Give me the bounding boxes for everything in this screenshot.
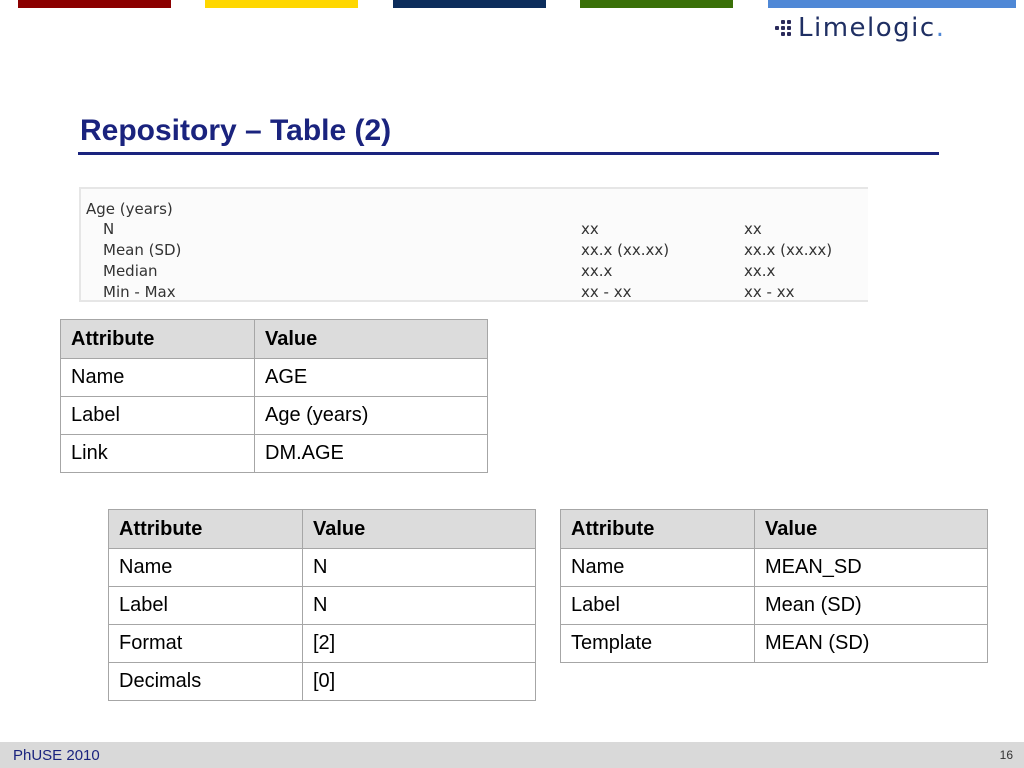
preview-col1-value: xx xyxy=(581,220,599,238)
attribute-cell: Decimals xyxy=(108,662,303,701)
table-preview-image: Age (years) Nxx xx Mean (SD) xx.x (xx.xx) xx.… xyxy=(79,187,868,302)
table-row: Label Mean (SD) xyxy=(560,586,988,625)
footer-conference: PhUSE 2010 xyxy=(13,747,100,764)
mean-sd-attribute-table: Attribute Value Name MEAN_SD Label Mean (SD) T… xyxy=(560,509,988,663)
preview-col2-value: xx.x xyxy=(744,262,776,280)
value-cell: N xyxy=(302,548,536,587)
decor-bar-yellow xyxy=(205,0,358,8)
preview-col1-value: xx - xx xyxy=(581,283,632,301)
value-cell: Mean (SD) xyxy=(754,586,988,625)
header-value: Value xyxy=(302,509,536,549)
decor-bar-green xyxy=(580,0,733,8)
preview-row-label: Age (years) xyxy=(86,200,173,218)
age-attribute-table: Attribute Value Name AGE Label Age (years) Lin… xyxy=(60,319,488,473)
decor-bar-navy xyxy=(393,0,546,8)
decor-bar-blue xyxy=(768,0,1016,8)
decor-bar-red xyxy=(18,0,171,8)
table-row: Decimals [0] xyxy=(108,662,536,701)
table-row: Name MEAN_SD xyxy=(560,548,988,587)
logo-dots-icon xyxy=(775,20,791,36)
table-row: Label Age (years) xyxy=(60,396,488,435)
n-attribute-table: Attribute Value Name N Label N Format [2] Decima… xyxy=(108,509,536,701)
table-row: Label N xyxy=(108,586,536,625)
value-cell: MEAN (SD) xyxy=(754,624,988,663)
header-attribute: Attribute xyxy=(108,509,303,549)
attribute-cell: Template xyxy=(560,624,755,663)
table-row: Name N xyxy=(108,548,536,587)
preview-row-label: Min - Max xyxy=(103,283,176,301)
attribute-cell: Label xyxy=(108,586,303,625)
preview-col2-value: xx xyxy=(744,220,762,238)
preview-col1-value: xx.x xyxy=(581,262,613,280)
header-attribute: Attribute xyxy=(60,319,255,359)
attribute-cell: Name xyxy=(108,548,303,587)
attribute-cell: Label xyxy=(560,586,755,625)
table-row: Link DM.AGE xyxy=(60,434,488,473)
value-cell: MEAN_SD xyxy=(754,548,988,587)
header-value: Value xyxy=(254,319,488,359)
header-value: Value xyxy=(754,509,988,549)
preview-row-label: Median xyxy=(103,262,158,280)
value-cell: [0] xyxy=(302,662,536,701)
table-header-row: Attribute Value xyxy=(60,319,488,359)
table-header-row: Attribute Value xyxy=(560,509,988,549)
limelogic-logo: Limelogic. xyxy=(775,12,1020,44)
preview-col1-value: xx.x (xx.xx) xyxy=(581,241,670,259)
value-cell: N xyxy=(302,586,536,625)
attribute-cell: Format xyxy=(108,624,303,663)
preview-col2-value: xx - xx xyxy=(744,283,795,301)
footer-bar: PhUSE 2010 16 xyxy=(0,742,1024,768)
title-underline xyxy=(78,152,939,155)
table-row: Name AGE xyxy=(60,358,488,397)
value-cell: DM.AGE xyxy=(254,434,488,473)
attribute-cell: Label xyxy=(60,396,255,435)
header-attribute: Attribute xyxy=(560,509,755,549)
table-row: Format [2] xyxy=(108,624,536,663)
logo-text: Limelogic xyxy=(798,13,936,43)
attribute-cell: Link xyxy=(60,434,255,473)
value-cell: AGE xyxy=(254,358,488,397)
preview-col2-value: xx.x (xx.xx) xyxy=(744,241,833,259)
page-number: 16 xyxy=(999,748,1013,762)
logo-dot: . xyxy=(935,13,946,43)
attribute-cell: Name xyxy=(560,548,755,587)
table-header-row: Attribute Value xyxy=(108,509,536,549)
slide-title: Repository – Table (2) xyxy=(80,114,392,147)
preview-row-label: Mean (SD) xyxy=(103,241,182,259)
table-row: Template MEAN (SD) xyxy=(560,624,988,663)
attribute-cell: Name xyxy=(60,358,255,397)
value-cell: Age (years) xyxy=(254,396,488,435)
value-cell: [2] xyxy=(302,624,536,663)
preview-row-label: N xyxy=(103,220,115,238)
